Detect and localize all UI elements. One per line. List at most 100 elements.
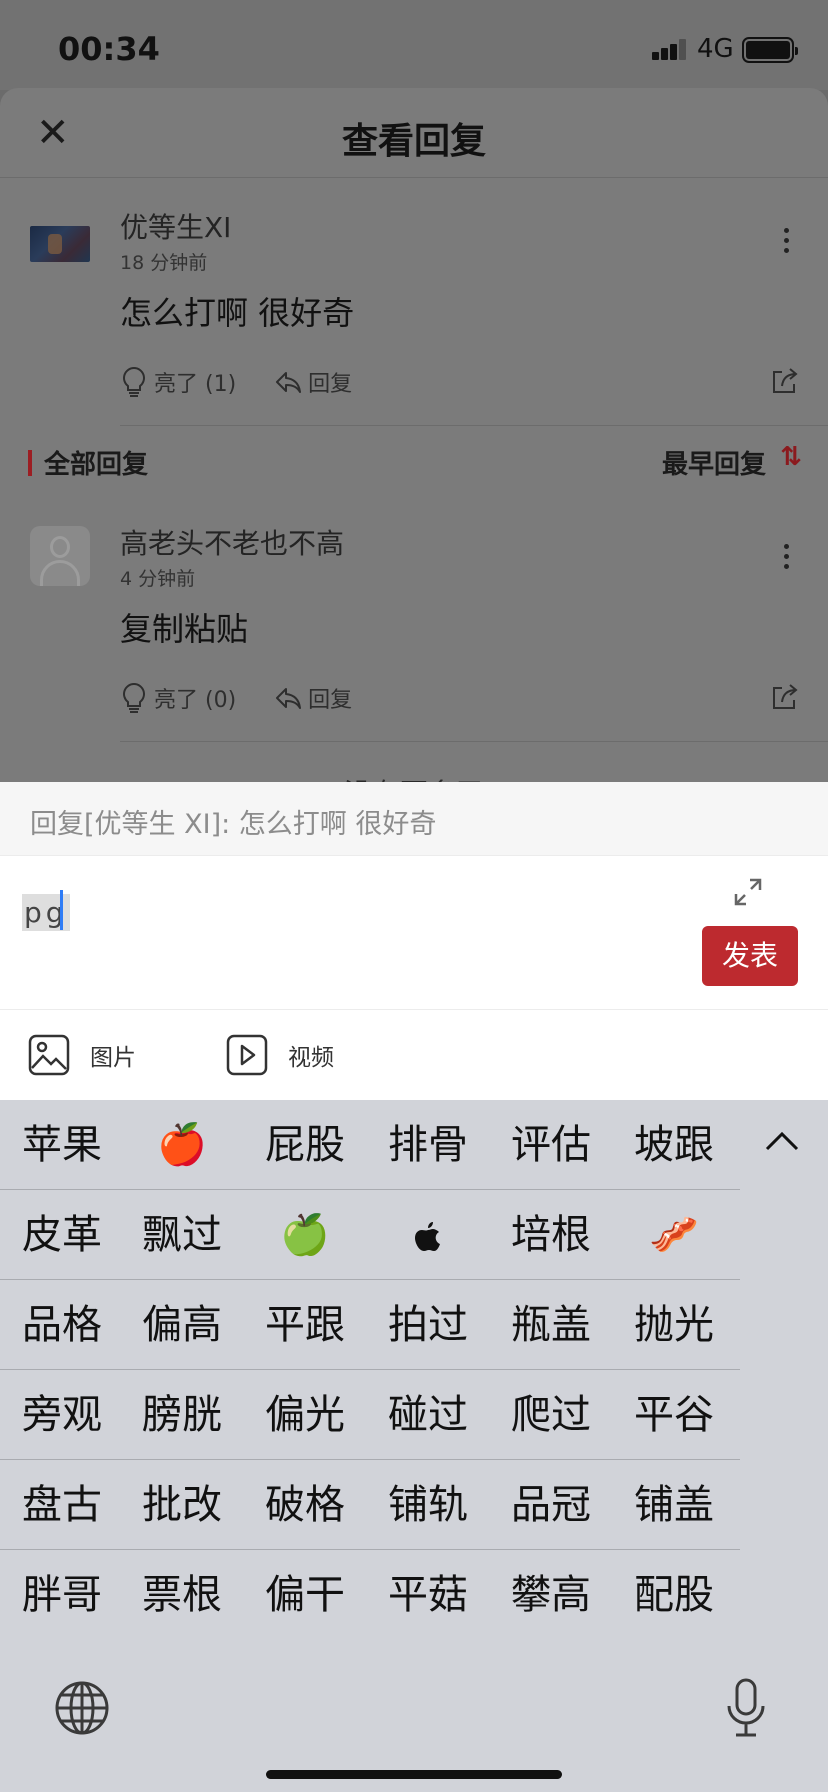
divider xyxy=(120,741,828,742)
more-icon[interactable] xyxy=(784,228,790,256)
post-actions: 亮了 (1) 回复 xyxy=(120,364,390,400)
reply-item: 高老头不老也不高 4 分钟前 复制粘贴 亮了 (0) 回复 xyxy=(0,494,828,742)
reply-button[interactable]: 回复 xyxy=(274,366,352,398)
candidate[interactable]: 屁股 xyxy=(243,1100,367,1190)
sort-icon[interactable]: ⇅ xyxy=(780,442,802,472)
reply-to-banner: 回复[优等生 XI]: 怎么打啊 很好奇 xyxy=(0,782,828,856)
candidate[interactable]: 铺盖 xyxy=(612,1460,736,1550)
status-bar: 00:34 4G xyxy=(0,0,828,90)
share-icon[interactable] xyxy=(770,366,800,396)
like-button[interactable]: 亮了 (1) xyxy=(120,366,236,398)
sheet-header: ✕ 查看回复 xyxy=(0,88,828,178)
candidate-row: 旁观 膀胱 偏光 碰过 爬过 平谷 xyxy=(0,1370,740,1460)
post-time: 18 分钟前 xyxy=(120,252,208,274)
candidate[interactable]: 批改 xyxy=(120,1460,244,1550)
candidate[interactable]: 盘古 xyxy=(0,1460,124,1550)
keyboard-candidates: 苹果 🍎 屁股 排骨 评估 坡跟 皮革 飘过 🍏 培根 🥓 品格 偏高 平跟 拍… xyxy=(0,1100,828,1792)
chevron-up-icon[interactable] xyxy=(764,1130,800,1152)
reply-label: 回复 xyxy=(308,688,353,713)
original-post: 优等生XI 18 分钟前 怎么打啊 很好奇 亮了 (1) 回复 xyxy=(0,178,828,426)
candidate[interactable]: 皮革 xyxy=(0,1190,124,1280)
video-button[interactable]: 视频 xyxy=(226,1034,334,1076)
candidate[interactable]: 苹果 xyxy=(0,1100,124,1190)
reply-to-text: 回复[优等生 XI]: 怎么打啊 很好奇 xyxy=(30,809,437,840)
microphone-icon[interactable] xyxy=(726,1678,766,1738)
section-title: 全部回复 xyxy=(44,450,149,480)
reply-content: 复制粘贴 xyxy=(120,610,249,648)
globe-icon[interactable] xyxy=(54,1680,110,1736)
home-indicator xyxy=(266,1770,562,1779)
candidate[interactable]: 品冠 xyxy=(489,1460,613,1550)
author-name[interactable]: 高老头不老也不高 xyxy=(120,522,344,562)
like-button[interactable]: 亮了 (0) xyxy=(120,682,236,714)
reply-sheet: ✕ 查看回复 优等生XI 18 分钟前 怎么打啊 很好奇 亮了 (1) 回复 全… xyxy=(0,88,828,788)
candidate[interactable]: 爬过 xyxy=(489,1370,613,1460)
candidate[interactable]: 平菇 xyxy=(366,1550,490,1640)
section-accent xyxy=(28,450,32,476)
candidate[interactable]: 品格 xyxy=(0,1280,124,1370)
reply-time: 4 分钟前 xyxy=(120,568,196,590)
candidate[interactable]: 配股 xyxy=(612,1550,736,1640)
candidate[interactable]: 铺轨 xyxy=(366,1460,490,1550)
candidate[interactable]: 偏光 xyxy=(243,1370,367,1460)
candidate[interactable]: 抛光 xyxy=(612,1280,736,1370)
avatar[interactable] xyxy=(30,226,90,262)
submit-button[interactable]: 发表 xyxy=(702,926,798,986)
reply-input[interactable]: pg 发表 xyxy=(0,856,828,1010)
candidate[interactable]: 拍过 xyxy=(366,1280,490,1370)
candidate[interactable]: 瓶盖 xyxy=(489,1280,613,1370)
candidate-apple-logo[interactable] xyxy=(366,1190,490,1280)
image-button[interactable]: 图片 xyxy=(28,1034,136,1076)
sort-button[interactable]: 最早回复 xyxy=(662,444,766,481)
image-label: 图片 xyxy=(90,1045,136,1071)
reply-icon xyxy=(276,372,302,393)
candidate[interactable]: 坡跟 xyxy=(612,1100,736,1190)
candidate[interactable]: 偏干 xyxy=(243,1550,367,1640)
candidate[interactable]: 胖哥 xyxy=(0,1550,124,1640)
page-title: 查看回复 xyxy=(341,121,486,162)
avatar[interactable] xyxy=(30,526,90,586)
video-label: 视频 xyxy=(288,1045,334,1071)
candidate[interactable]: 平谷 xyxy=(612,1370,736,1460)
candidate[interactable]: 破格 xyxy=(243,1460,367,1550)
text-caret xyxy=(60,890,63,930)
candidate[interactable]: 偏高 xyxy=(120,1280,244,1370)
candidate[interactable]: 评估 xyxy=(489,1100,613,1190)
candidate[interactable]: 攀高 xyxy=(489,1550,613,1640)
section-header: 全部回复 最早回复 ⇅ xyxy=(0,426,828,494)
candidate-row: 皮革 飘过 🍏 培根 🥓 xyxy=(0,1190,740,1280)
candidate-emoji[interactable]: 🍏 xyxy=(243,1190,367,1280)
candidate[interactable]: 平跟 xyxy=(243,1280,367,1370)
candidate-row: 盘古 批改 破格 铺轨 品冠 铺盖 xyxy=(0,1460,740,1550)
apple-logo-icon xyxy=(415,1222,440,1251)
candidate[interactable]: 培根 xyxy=(489,1190,613,1280)
network-label: 4G xyxy=(697,34,734,64)
candidate[interactable]: 膀胱 xyxy=(120,1370,244,1460)
candidate[interactable]: 排骨 xyxy=(366,1100,490,1190)
more-icon[interactable] xyxy=(784,544,790,572)
candidate-row: 胖哥 票根 偏干 平菇 攀高 配股 xyxy=(0,1550,740,1640)
status-time: 00:34 xyxy=(58,30,160,68)
candidate[interactable]: 旁观 xyxy=(0,1370,124,1460)
candidate[interactable]: 飘过 xyxy=(120,1190,244,1280)
author-name[interactable]: 优等生XI xyxy=(120,206,231,246)
reply-actions: 亮了 (0) 回复 xyxy=(120,680,390,716)
share-icon[interactable] xyxy=(770,682,800,712)
reply-button[interactable]: 回复 xyxy=(274,682,352,714)
like-label: 亮了 (1) xyxy=(154,372,237,397)
candidate-emoji[interactable]: 🥓 xyxy=(612,1190,736,1280)
image-icon xyxy=(28,1034,70,1076)
reply-icon xyxy=(276,688,302,709)
candidate[interactable]: 票根 xyxy=(120,1550,244,1640)
candidate-row: 品格 偏高 平跟 拍过 瓶盖 抛光 xyxy=(0,1280,740,1370)
candidate-row: 苹果 🍎 屁股 排骨 评估 坡跟 xyxy=(0,1100,740,1190)
post-content: 怎么打啊 很好奇 xyxy=(120,294,355,332)
candidate[interactable]: 碰过 xyxy=(366,1370,490,1460)
signal-icon xyxy=(652,38,688,60)
video-icon xyxy=(226,1034,268,1076)
lightbulb-icon xyxy=(123,682,145,713)
candidate-emoji[interactable]: 🍎 xyxy=(120,1100,244,1190)
expand-icon[interactable] xyxy=(734,878,762,906)
lightbulb-icon xyxy=(123,366,145,397)
media-toolbar: 图片 视频 xyxy=(0,1010,828,1100)
